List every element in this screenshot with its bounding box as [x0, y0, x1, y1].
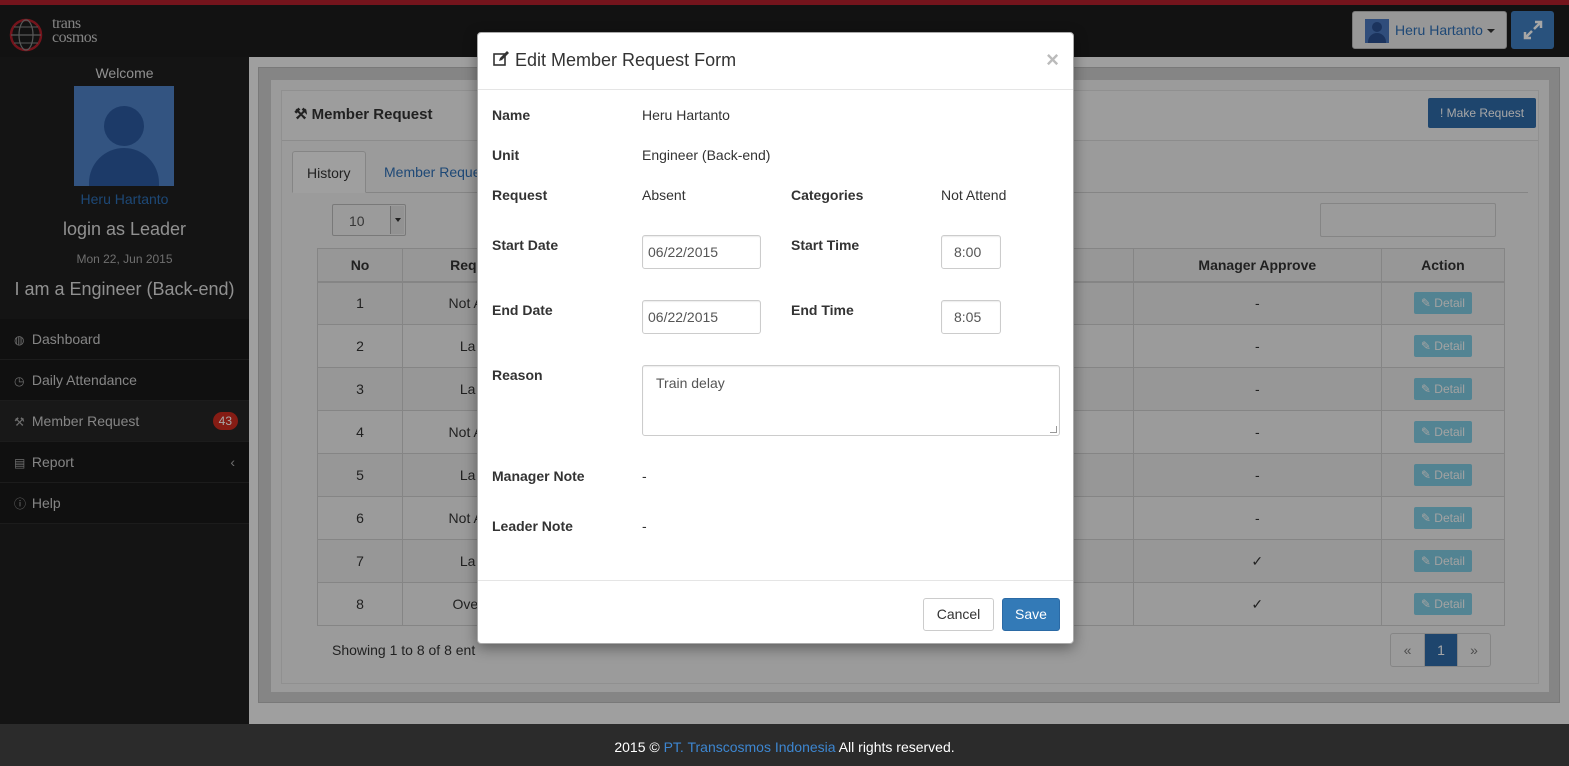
leader-note-value: -: [642, 518, 647, 534]
request-label: Request: [492, 187, 548, 203]
save-button[interactable]: Save: [1002, 598, 1060, 631]
start-time-label: Start Time: [791, 237, 860, 253]
categories-value: Not Attend: [941, 187, 1007, 203]
close-icon[interactable]: ×: [1046, 47, 1059, 73]
end-date-field[interactable]: 06/22/2015: [642, 300, 761, 334]
footer-company-link[interactable]: PT. Transcosmos Indonesia: [664, 739, 836, 755]
start-date-label: Start Date: [492, 237, 559, 253]
unit-label: Unit: [492, 147, 520, 163]
cancel-button[interactable]: Cancel: [923, 598, 994, 631]
modal-title: Edit Member Request Form: [493, 50, 736, 71]
name-label: Name: [492, 107, 531, 123]
end-time-label: End Time: [791, 302, 854, 318]
start-time-field[interactable]: 8:00: [941, 235, 1001, 269]
page-footer: 2015 © PT. Transcosmos Indonesia All rig…: [0, 724, 1569, 766]
end-date-label: End Date: [492, 302, 553, 318]
leader-note-label: Leader Note: [492, 518, 573, 534]
edit-icon: [493, 51, 509, 66]
resize-grip-icon[interactable]: [1050, 426, 1057, 433]
manager-note-value: -: [642, 468, 647, 484]
edit-request-modal: Edit Member Request Form × Name Heru Har…: [477, 32, 1074, 644]
footer-copyright: 2015 ©: [614, 739, 660, 755]
unit-value: Engineer (Back-end): [642, 147, 771, 163]
end-time-field[interactable]: 8:05: [941, 300, 1001, 334]
modal-footer: Cancel Save: [478, 580, 1073, 643]
name-value: Heru Hartanto: [642, 107, 730, 123]
reason-textarea[interactable]: Train delay: [642, 365, 1060, 436]
start-date-field[interactable]: 06/22/2015: [642, 235, 761, 269]
categories-label: Categories: [791, 187, 864, 203]
reason-label: Reason: [492, 367, 543, 383]
footer-rights: All rights reserved.: [838, 739, 955, 755]
manager-note-label: Manager Note: [492, 468, 585, 484]
modal-header: Edit Member Request Form ×: [478, 33, 1073, 90]
request-value: Absent: [642, 187, 686, 203]
